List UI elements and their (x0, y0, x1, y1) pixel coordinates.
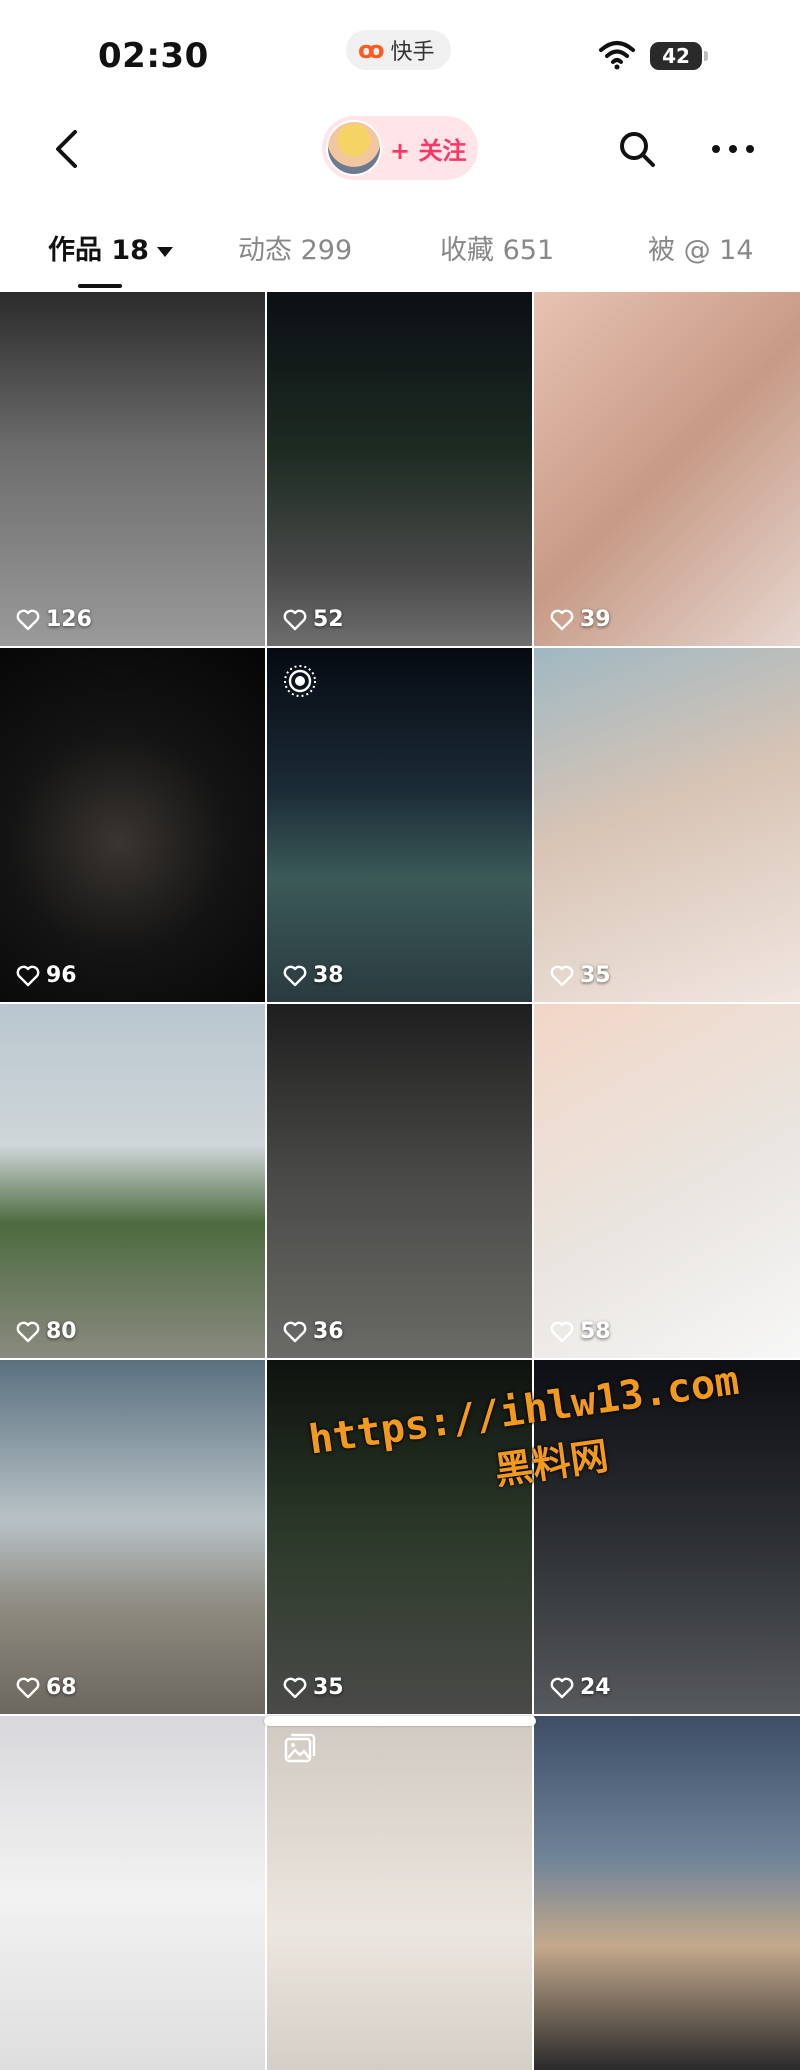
avatar (326, 120, 382, 176)
tab-mentions[interactable]: 被 @ 14 (648, 228, 754, 267)
active-tab-indicator (78, 284, 122, 288)
like-count-value: 96 (46, 963, 77, 988)
kuaishou-logo-icon: ꝏ (358, 36, 385, 64)
like-count-value: 58 (580, 1319, 611, 1344)
like-count-value: 126 (46, 607, 92, 632)
heart-icon (550, 609, 574, 630)
heart-icon (16, 1321, 40, 1342)
video-thumbnail[interactable]: 36 (267, 1004, 532, 1358)
heart-icon (283, 965, 307, 986)
like-count: 96 (16, 963, 77, 988)
like-count-value: 36 (313, 1319, 344, 1344)
video-thumbnail[interactable]: 58 (534, 1004, 800, 1358)
video-thumbnail[interactable]: 68 (0, 1360, 265, 1714)
video-thumbnail[interactable]: 39 (534, 292, 800, 646)
like-count: 38 (283, 963, 344, 988)
follow-label: + 关注 (390, 136, 467, 165)
more-icon[interactable] (708, 130, 758, 168)
video-thumbnail[interactable]: 35 (534, 648, 800, 1002)
video-thumbnail[interactable]: 96 (0, 648, 265, 1002)
like-count-value: 80 (46, 1319, 77, 1344)
like-count-value: 39 (580, 607, 611, 632)
status-time: 02:30 (98, 36, 209, 76)
gallery-icon (284, 1733, 316, 1763)
like-count: 80 (16, 1319, 77, 1344)
like-count-value: 35 (580, 963, 611, 988)
follow-button[interactable]: + 关注 (322, 116, 478, 180)
video-thumbnail[interactable] (267, 1716, 532, 2070)
heart-icon (16, 965, 40, 986)
video-thumbnail[interactable]: 38 (267, 648, 532, 1002)
tab-favorites[interactable]: 收藏 651 (440, 228, 554, 267)
heart-icon (550, 1677, 574, 1698)
video-thumbnail[interactable] (534, 1716, 800, 2070)
like-count: 68 (16, 1675, 77, 1700)
tab-works-label: 作品 18 (48, 235, 149, 266)
heart-icon (283, 609, 307, 630)
status-bar: 02:30 ꝏ 快手 42 (0, 0, 800, 110)
video-thumbnail[interactable]: 80 (0, 1004, 265, 1358)
chevron-left-icon (56, 130, 77, 168)
heart-icon (550, 1321, 574, 1342)
app-indicator-pill[interactable]: ꝏ 快手 (346, 30, 451, 70)
tab-works[interactable]: 作品 18 (48, 228, 173, 267)
heart-icon (550, 965, 574, 986)
back-button[interactable] (46, 126, 86, 172)
caret-down-icon (156, 246, 173, 257)
heart-icon (16, 1677, 40, 1698)
video-thumbnail[interactable] (0, 1716, 265, 2070)
tab-moments[interactable]: 动态 299 (238, 228, 352, 267)
search-icon[interactable] (618, 130, 656, 168)
like-count-value: 35 (313, 1675, 344, 1700)
like-count: 39 (550, 607, 611, 632)
like-count-value: 68 (46, 1675, 77, 1700)
like-count-value: 52 (313, 607, 344, 632)
like-count: 36 (283, 1319, 344, 1344)
like-count: 35 (550, 963, 611, 988)
home-indicator[interactable] (264, 1716, 536, 1726)
heart-icon (283, 1321, 307, 1342)
works-grid: 126 52 39 96 38 35 80 36 58 68 35 24 (0, 292, 800, 2070)
battery-level: 42 (662, 44, 690, 68)
like-count: 24 (550, 1675, 611, 1700)
wifi-icon (599, 41, 635, 70)
app-name: 快手 (390, 40, 435, 65)
like-count: 126 (16, 607, 92, 632)
battery-icon: 42 (650, 42, 708, 70)
profile-tabs: 作品 18 动态 299 收藏 651 被 @ 14 (0, 228, 800, 284)
like-count: 52 (283, 607, 344, 632)
like-count-value: 38 (313, 963, 344, 988)
live-photo-icon (284, 665, 316, 697)
video-thumbnail[interactable]: 126 (0, 292, 265, 646)
video-thumbnail[interactable]: 52 (267, 292, 532, 646)
like-count: 35 (283, 1675, 344, 1700)
heart-icon (283, 1677, 307, 1698)
like-count: 58 (550, 1319, 611, 1344)
like-count-value: 24 (580, 1675, 611, 1700)
heart-icon (16, 609, 40, 630)
